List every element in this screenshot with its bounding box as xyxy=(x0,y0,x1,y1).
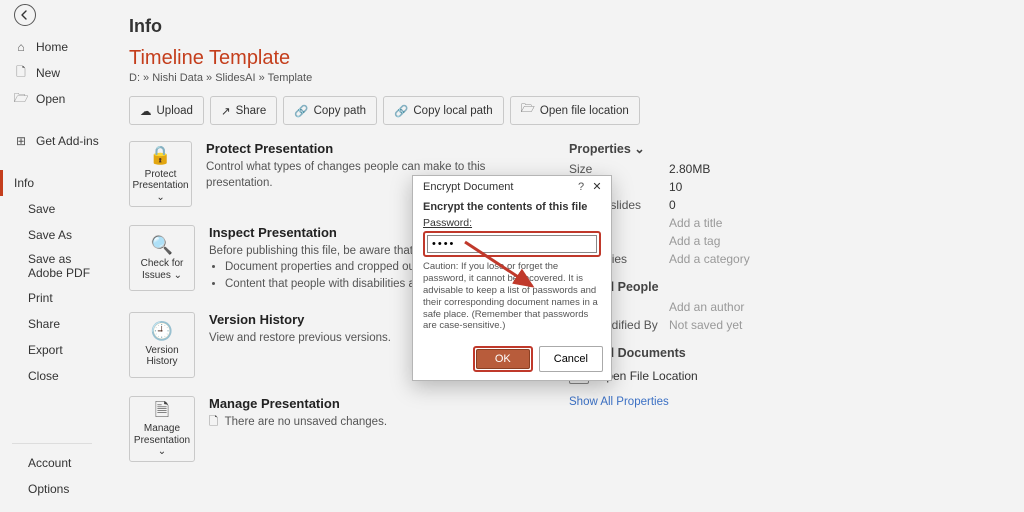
page-heading: Info xyxy=(129,16,1000,37)
check-issues-tile[interactable]: 🔍 Check for Issues ⌄ xyxy=(129,225,195,291)
dialog-title: Encrypt Document xyxy=(423,181,573,193)
properties-panel: Properties ⌄ Size2.80MB Slides10 Hidden … xyxy=(569,141,1000,480)
sidebar-item-savepdf[interactable]: Save as Adobe PDF xyxy=(0,248,104,285)
open-location-button[interactable]: 🗁Open file location xyxy=(510,96,640,125)
sidebar-item-addins[interactable]: ⊞ Get Add-ins xyxy=(0,128,104,154)
sidebar-item-share[interactable]: Share xyxy=(0,311,104,337)
copy-local-path-button[interactable]: 🔗Copy local path xyxy=(383,96,504,125)
close-icon[interactable]: ✕ xyxy=(589,180,605,193)
section-heading: Version History xyxy=(209,312,391,327)
sidebar-label: Save as Adobe PDF xyxy=(28,252,104,281)
protect-presentation-tile[interactable]: 🔒 Protect Presentation ⌄ xyxy=(129,141,192,207)
sidebar-item-close[interactable]: Close xyxy=(0,363,104,389)
ok-highlight: OK xyxy=(473,346,533,372)
sidebar-label: Home xyxy=(36,40,68,54)
version-history-tile[interactable]: 🕘 Version History xyxy=(129,312,195,378)
prop-value: 0 xyxy=(669,198,676,212)
sidebar-label: Open xyxy=(36,92,65,106)
sidebar-label: New xyxy=(36,66,60,80)
sidebar-item-new[interactable]: 🗋 New xyxy=(0,60,104,86)
prop-placeholder[interactable]: Add a category xyxy=(669,252,750,266)
share-button[interactable]: ↗Share xyxy=(210,96,277,125)
ok-button[interactable]: OK xyxy=(476,349,530,369)
link-icon: 🔗 xyxy=(294,104,308,118)
prop-key: Size xyxy=(569,162,669,176)
sidebar-label: Save xyxy=(28,202,55,216)
sidebar-label: Export xyxy=(28,343,63,357)
sidebar-item-saveas[interactable]: Save As xyxy=(0,222,104,248)
sidebar-label: Options xyxy=(28,482,69,496)
sidebar-item-info[interactable]: Info xyxy=(0,170,104,196)
upload-icon: ☁ xyxy=(140,104,152,118)
inspect-icon: 🔍 xyxy=(151,235,173,256)
share-icon: ↗ xyxy=(221,104,231,118)
password-input[interactable] xyxy=(427,235,597,253)
sidebar-label: Account xyxy=(28,456,71,470)
sidebar-item-open[interactable]: 🗁 Open xyxy=(0,86,104,112)
section-heading: Protect Presentation xyxy=(206,141,539,156)
breadcrumb: D: » Nishi Data » SlidesAI » Template xyxy=(129,72,1000,84)
encrypt-document-dialog: Encrypt Document ? ✕ Encrypt the content… xyxy=(412,175,612,381)
history-icon: 🕘 xyxy=(151,321,173,342)
open-file-location-link[interactable]: Open File Location xyxy=(569,368,1000,384)
sidebar-label: Info xyxy=(14,176,34,190)
sidebar-label: Print xyxy=(28,291,53,305)
prop-placeholder[interactable]: Add a title xyxy=(669,216,722,230)
prop-value: 10 xyxy=(669,180,682,194)
doc-icon: 🗋 xyxy=(209,416,218,428)
prop-placeholder[interactable]: Add a tag xyxy=(669,234,720,248)
lock-icon: 🔒 xyxy=(149,145,171,166)
sidebar-item-account[interactable]: Account xyxy=(0,450,104,476)
home-icon: ⌂ xyxy=(14,40,28,54)
section-heading: Manage Presentation xyxy=(209,396,387,411)
dialog-heading: Encrypt the contents of this file xyxy=(423,201,587,213)
sidebar-item-home[interactable]: ⌂ Home xyxy=(0,34,104,60)
caution-text: Caution: If you lose or forget the passw… xyxy=(423,261,601,332)
prop-value: Not saved yet xyxy=(669,318,742,332)
password-label: Password: xyxy=(423,217,601,229)
section-desc: 🗋 There are no unsaved changes. xyxy=(209,414,387,430)
prop-value: 2.80MB xyxy=(669,162,710,176)
info-toolbar: ☁Upload ↗Share 🔗Copy path 🔗Copy local pa… xyxy=(129,96,1000,125)
sidebar-item-export[interactable]: Export xyxy=(0,337,104,363)
cancel-button[interactable]: Cancel xyxy=(539,346,603,372)
sidebar-item-options[interactable]: Options xyxy=(0,476,104,502)
manage-icon: 🗎 xyxy=(155,400,169,421)
folder-icon: 🗁 xyxy=(521,101,535,120)
sidebar-label: Close xyxy=(28,369,59,383)
back-button[interactable] xyxy=(14,4,36,26)
copy-path-button[interactable]: 🔗Copy path xyxy=(283,96,377,125)
addins-icon: ⊞ xyxy=(14,134,28,148)
sidebar-label: Share xyxy=(28,317,60,331)
sidebar-label: Save As xyxy=(28,228,72,242)
sidebar-item-save[interactable]: Save xyxy=(0,196,104,222)
sidebar-label: Get Add-ins xyxy=(36,134,99,148)
show-all-properties-link[interactable]: Show All Properties xyxy=(569,396,1000,408)
help-icon[interactable]: ? xyxy=(573,181,589,193)
document-title: Timeline Template xyxy=(129,47,1000,70)
sidebar-item-print[interactable]: Print xyxy=(0,285,104,311)
upload-button[interactable]: ☁Upload xyxy=(129,96,204,125)
new-icon: 🗋 xyxy=(14,63,28,84)
backstage-sidebar: ⌂ Home 🗋 New 🗁 Open ⊞ Get Add-ins Info Save … xyxy=(0,0,105,512)
properties-heading[interactable]: Properties ⌄ xyxy=(569,141,1000,156)
open-icon: 🗁 xyxy=(14,89,28,110)
password-highlight xyxy=(423,231,601,257)
manage-presentation-tile[interactable]: 🗎 Manage Presentation ⌄ xyxy=(129,396,195,462)
prop-placeholder[interactable]: Add an author xyxy=(669,300,744,314)
section-desc: View and restore previous versions. xyxy=(209,330,391,346)
manage-section: 🗎 Manage Presentation ⌄ Manage Presentat… xyxy=(129,396,539,462)
related-people-heading: Related People xyxy=(569,280,1000,294)
link-icon: 🔗 xyxy=(394,104,408,118)
related-docs-heading: Related Documents xyxy=(569,346,1000,360)
